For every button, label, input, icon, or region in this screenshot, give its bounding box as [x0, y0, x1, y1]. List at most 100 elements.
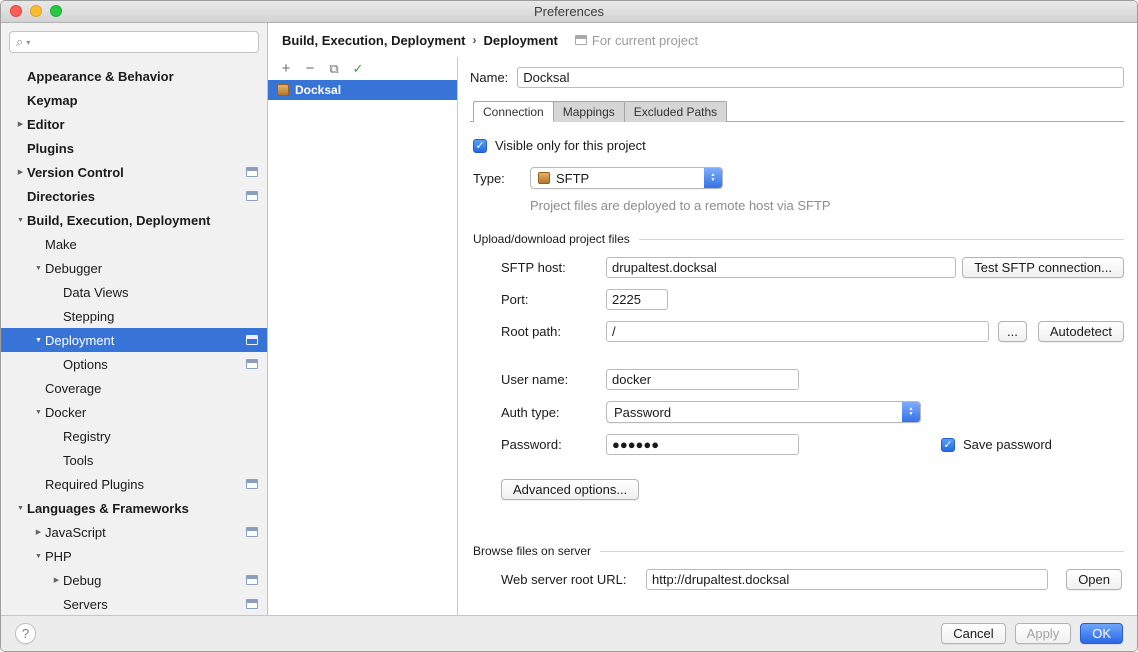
sidebar-item-php[interactable]: ▼PHP — [1, 544, 267, 568]
chevron-down-icon[interactable]: ▼ — [32, 337, 45, 344]
chevron-right-icon[interactable]: ▶ — [32, 528, 45, 536]
current-project-icon — [246, 335, 258, 345]
current-project-icon — [246, 167, 258, 177]
title-bar: Preferences — [1, 1, 1137, 23]
name-input[interactable] — [517, 67, 1124, 88]
sidebar-item-keymap[interactable]: Keymap — [1, 88, 267, 112]
user-name-label: User name: — [501, 372, 606, 387]
breadcrumb: Build, Execution, Deployment › Deploymen… — [268, 23, 1137, 57]
sidebar-item-data-views[interactable]: Data Views — [1, 280, 267, 304]
user-name-row: User name: — [501, 369, 1124, 390]
tab-connection[interactable]: Connection — [473, 101, 554, 122]
tab-excluded-paths[interactable]: Excluded Paths — [624, 101, 727, 122]
close-window-button[interactable] — [10, 5, 22, 17]
sidebar-item-debug[interactable]: ▶Debug — [1, 568, 267, 592]
sidebar-item-javascript[interactable]: ▶JavaScript — [1, 520, 267, 544]
advanced-options-button[interactable]: Advanced options... — [501, 479, 639, 500]
sidebar-item-appearance-behavior[interactable]: Appearance & Behavior — [1, 64, 267, 88]
root-path-input[interactable] — [606, 321, 989, 342]
chevron-right-icon[interactable]: ▶ — [50, 576, 63, 584]
sidebar-item-languages-frameworks[interactable]: ▼Languages & Frameworks — [1, 496, 267, 520]
breadcrumb-item[interactable]: Build, Execution, Deployment — [282, 33, 465, 48]
sidebar-item-version-control[interactable]: ▶Version Control — [1, 160, 267, 184]
sidebar-item-required-plugins[interactable]: Required Plugins — [1, 472, 267, 496]
sidebar-item-build-execution-deployment[interactable]: ▼Build, Execution, Deployment — [1, 208, 267, 232]
chevron-right-icon[interactable]: ▶ — [14, 168, 27, 176]
sidebar-item-coverage[interactable]: Coverage — [1, 376, 267, 400]
sidebar-item-registry[interactable]: Registry — [1, 424, 267, 448]
sidebar-item-label: Coverage — [45, 381, 258, 396]
name-label: Name: — [470, 70, 508, 85]
open-url-button[interactable]: Open — [1066, 569, 1122, 590]
sidebar-item-editor[interactable]: ▶Editor — [1, 112, 267, 136]
upload-section-title: Upload/download project files — [473, 232, 630, 246]
sidebar-item-label: Appearance & Behavior — [27, 69, 258, 84]
sidebar-item-servers[interactable]: Servers — [1, 592, 267, 615]
apply-button[interactable]: Apply — [1015, 623, 1072, 644]
auth-type-select[interactable]: Password ▲▼ — [606, 401, 921, 423]
zoom-window-button[interactable] — [50, 5, 62, 17]
upload-section-body: SFTP host: Test SFTP connection... Port: — [501, 257, 1124, 500]
autodetect-button[interactable]: Autodetect — [1038, 321, 1124, 342]
sidebar-item-label: Debug — [63, 573, 246, 588]
chevron-down-icon[interactable]: ▼ — [32, 409, 45, 416]
chevron-down-icon[interactable]: ▼ — [14, 217, 27, 224]
minimize-window-button[interactable] — [30, 5, 42, 17]
chevron-right-icon[interactable]: ▶ — [14, 120, 27, 128]
sidebar-item-directories[interactable]: Directories — [1, 184, 267, 208]
search-options-chevron-icon[interactable]: ▾ — [26, 38, 30, 47]
auth-type-row: Auth type: Password ▲▼ — [501, 401, 1124, 423]
settings-search-input[interactable]: ⌕ ▾ — [9, 31, 259, 53]
tab-mappings[interactable]: Mappings — [553, 101, 625, 122]
remove-button[interactable]: − — [299, 59, 321, 78]
sidebar-item-label: Version Control — [27, 165, 246, 180]
chevron-down-icon[interactable]: ▼ — [14, 505, 27, 512]
help-button[interactable]: ? — [15, 623, 36, 644]
sidebar-item-label: Make — [45, 237, 258, 252]
tab-bar: ConnectionMappingsExcluded Paths — [470, 101, 1124, 122]
use-as-default-button[interactable]: ✓ — [347, 59, 369, 78]
copy-button[interactable]: ⧉ — [323, 59, 345, 78]
save-password-label: Save password — [963, 437, 1052, 452]
cancel-button[interactable]: Cancel — [941, 623, 1005, 644]
add-button[interactable]: + — [275, 59, 297, 78]
test-sftp-connection-button[interactable]: Test SFTP connection... — [962, 257, 1124, 278]
save-password-checkbox[interactable]: ✓ — [941, 438, 955, 452]
server-list-item-docksal[interactable]: Docksal — [268, 80, 457, 100]
ok-button[interactable]: OK — [1080, 623, 1123, 644]
sftp-host-input[interactable] — [606, 257, 956, 278]
current-project-label: For current project — [592, 33, 698, 48]
password-input[interactable] — [606, 434, 799, 455]
sidebar-item-plugins[interactable]: Plugins — [1, 136, 267, 160]
web-root-input[interactable] — [646, 569, 1048, 590]
sidebar-item-make[interactable]: Make — [1, 232, 267, 256]
sidebar-item-stepping[interactable]: Stepping — [1, 304, 267, 328]
sidebar-item-label: Required Plugins — [45, 477, 246, 492]
chevron-down-icon[interactable]: ▼ — [32, 265, 45, 272]
sidebar-item-debugger[interactable]: ▼Debugger — [1, 256, 267, 280]
window-title: Preferences — [534, 4, 604, 19]
sftp-host-label: SFTP host: — [501, 260, 606, 275]
port-input[interactable] — [606, 289, 668, 310]
visible-project-checkbox[interactable]: ✓ — [473, 139, 487, 153]
current-project-icon — [246, 527, 258, 537]
browse-section-header: Browse files on server — [473, 544, 1124, 558]
sftp-type-icon — [538, 172, 550, 184]
port-label: Port: — [501, 292, 606, 307]
section-divider — [639, 239, 1124, 240]
breadcrumb-separator-icon: › — [472, 33, 476, 47]
browse-root-path-button[interactable]: ... — [998, 321, 1027, 342]
server-config-form: Name: ConnectionMappingsExcluded Paths ✓… — [458, 57, 1137, 615]
sidebar-item-docker[interactable]: ▼Docker — [1, 400, 267, 424]
sidebar-item-options[interactable]: Options — [1, 352, 267, 376]
traffic-lights — [10, 5, 62, 17]
sidebar-item-tools[interactable]: Tools — [1, 448, 267, 472]
browse-section-body: Web server root URL: Open — [501, 569, 1124, 590]
settings-sidebar: ⌕ ▾ Appearance & Behavior Keymap▶EditorPl… — [1, 23, 268, 615]
root-path-row: Root path: ... Autodetect — [501, 321, 1124, 342]
type-select[interactable]: SFTP ▲▼ — [530, 167, 723, 189]
sidebar-item-deployment[interactable]: ▼Deployment — [1, 328, 267, 352]
chevron-down-icon[interactable]: ▼ — [32, 553, 45, 560]
user-name-input[interactable] — [606, 369, 799, 390]
sidebar-item-label: PHP — [45, 549, 258, 564]
